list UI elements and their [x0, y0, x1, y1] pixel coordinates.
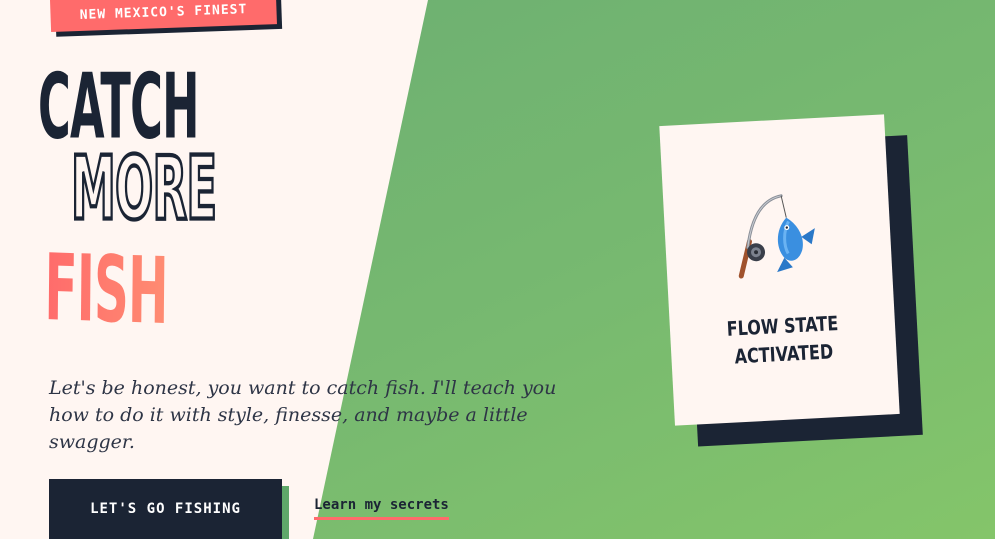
card-body: Flow state activated	[659, 114, 900, 426]
hero-headline: Catch More Fish	[38, 61, 338, 346]
hero-tagline: Let's be honest, you want to catch fish.…	[49, 377, 557, 453]
flow-state-card: Flow state activated	[659, 114, 923, 447]
landing-page: New Mexico's Finest Catch More Fish Let'…	[0, 0, 995, 539]
cta-label: Let's go fishing	[90, 500, 241, 517]
fishing-pole-and-fish-icon	[738, 194, 815, 279]
headline-fish: Fish	[44, 233, 169, 346]
hero-badge: New Mexico's Finest	[50, 0, 283, 37]
learn-my-secrets-link[interactable]: Learn my secrets	[314, 497, 449, 520]
lets-go-fishing-button[interactable]: Let's go fishing	[49, 479, 282, 539]
card-caption: Flow state activated	[669, 306, 897, 374]
cta-group: Let's go fishing	[49, 479, 289, 539]
headline-more: More	[70, 138, 218, 241]
